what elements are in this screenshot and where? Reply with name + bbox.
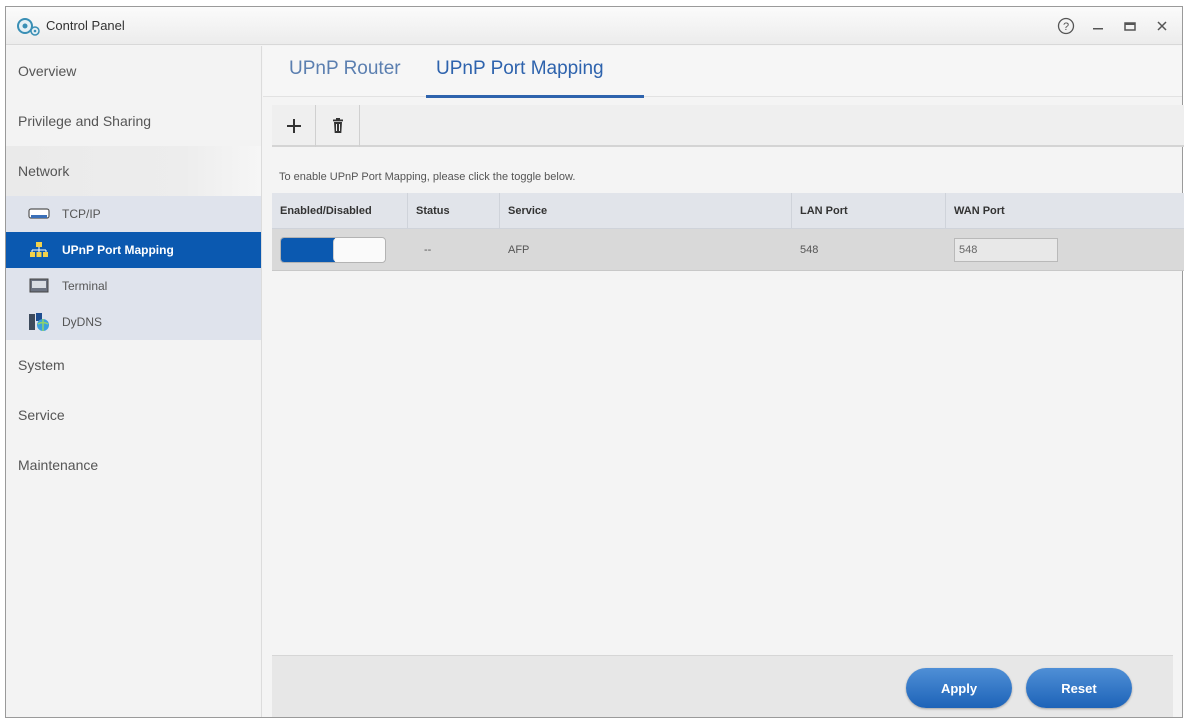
svg-text:?: ?: [1063, 21, 1069, 33]
nav-system[interactable]: System: [6, 340, 261, 390]
column-header[interactable]: WAN Port: [946, 193, 1184, 228]
tab-bar: UPnP Router UPnP Port Mapping: [263, 46, 1182, 98]
minimize-button[interactable]: [1088, 16, 1108, 36]
service-cell: AFP: [508, 243, 530, 256]
main-content: UPnP Router UPnP Port Mapping To enable …: [263, 46, 1184, 717]
wan-port-input[interactable]: [954, 237, 1058, 262]
column-header[interactable]: Status: [408, 193, 500, 228]
network-subnav: TCP/IP UPnP Port Mapping Terminal DyDNS: [6, 196, 261, 340]
toggle-fill: [281, 237, 335, 262]
close-button[interactable]: [1152, 16, 1172, 36]
nav-network[interactable]: Network: [6, 146, 261, 196]
lan-port-cell: 548: [800, 243, 819, 256]
nav-overview[interactable]: Overview: [6, 46, 261, 96]
dydns-globe-icon: [28, 313, 50, 331]
hint-text: To enable UPnP Port Mapping, please clic…: [279, 171, 576, 183]
wan-port-cell: [946, 229, 1184, 270]
subnav-item-upnp-port-mapping[interactable]: UPnP Port Mapping: [6, 232, 261, 268]
column-header[interactable]: Enabled/Disabled: [272, 193, 408, 228]
close-icon: [1157, 21, 1167, 31]
maximize-icon: [1124, 22, 1136, 31]
port-mapping-table: Enabled/Disabled Status Service LAN Port…: [272, 193, 1184, 271]
subnav-item-label: DyDNS: [62, 315, 103, 329]
subnav-item-terminal[interactable]: Terminal: [6, 268, 261, 304]
subnav-item-label: UPnP Port Mapping: [62, 243, 174, 257]
window-title: Control Panel: [46, 18, 125, 33]
control-panel-app-icon: [17, 18, 40, 36]
subnav-item-label: Terminal: [62, 279, 108, 293]
add-button[interactable]: [272, 105, 316, 147]
column-header[interactable]: LAN Port: [792, 193, 946, 228]
delete-button[interactable]: [316, 105, 360, 147]
table-row[interactable]: -- AFP 548: [272, 229, 1184, 271]
control-panel-window: Control Panel ? Overview Privilege and S…: [5, 6, 1184, 718]
maximize-button[interactable]: [1120, 16, 1140, 36]
nav-maintenance[interactable]: Maintenance: [6, 440, 261, 490]
plus-icon: [286, 119, 301, 133]
enable-toggle[interactable]: [280, 236, 386, 263]
title-bar: Control Panel ?: [6, 7, 1182, 45]
nav-privilege-and-sharing[interactable]: Privilege and Sharing: [6, 96, 261, 146]
window-controls: ?: [1056, 14, 1172, 38]
status-cell: --: [424, 243, 432, 256]
ethernet-icon: [28, 205, 50, 223]
trash-icon: [332, 118, 343, 133]
tab-upnp-port-mapping[interactable]: UPnP Port Mapping: [432, 58, 608, 80]
minimize-icon: [1093, 28, 1103, 30]
nav-service[interactable]: Service: [6, 390, 261, 440]
subnav-item-tcpip[interactable]: TCP/IP: [6, 196, 261, 232]
reset-button[interactable]: Reset: [1026, 668, 1132, 708]
toolbar: [272, 105, 1184, 147]
table-header: Enabled/Disabled Status Service LAN Port…: [272, 193, 1184, 229]
column-header[interactable]: Service: [500, 193, 792, 228]
terminal-icon: [28, 277, 50, 295]
footer-bar: Apply Reset: [272, 655, 1173, 717]
active-tab-indicator: [426, 95, 644, 98]
help-button[interactable]: ?: [1056, 16, 1076, 36]
apply-button[interactable]: Apply: [906, 668, 1012, 708]
subnav-item-label: TCP/IP: [62, 207, 101, 221]
tab-upnp-router[interactable]: UPnP Router: [285, 58, 405, 80]
subnav-item-dydns[interactable]: DyDNS: [6, 304, 261, 340]
toggle-knob: [333, 237, 385, 262]
upnp-network-icon: [28, 241, 50, 259]
help-icon: ?: [1057, 17, 1075, 35]
enabled-cell: [272, 229, 408, 270]
sidebar: Overview Privilege and Sharing Network T…: [6, 46, 262, 717]
